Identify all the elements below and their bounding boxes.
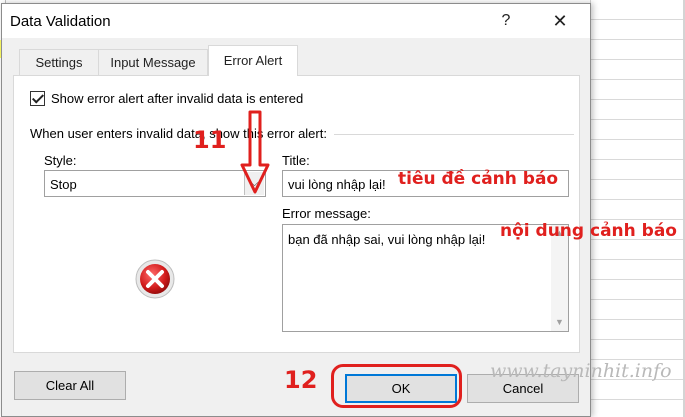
tab-input-message[interactable]: Input Message [98,49,208,75]
show-alert-checkbox[interactable] [30,90,45,106]
style-label: Style: [44,153,77,168]
annotation-step-12: 12 [284,366,318,394]
error-message-value: bạn đã nhập sai, vui lòng nhập lại! [288,232,486,247]
spreadsheet-background [590,0,685,417]
tab-error-alert[interactable]: Error Alert [208,45,298,76]
scroll-down-icon[interactable]: ▼ [551,314,568,331]
clear-all-button[interactable]: Clear All [14,371,126,400]
style-value: Stop [50,177,77,192]
show-alert-label: Show error alert after invalid data is e… [51,90,304,106]
annotation-ok-highlight [331,364,462,408]
help-button[interactable]: ? [492,10,520,32]
annotation-step-11: 11 [193,126,227,154]
title-bar: Data Validation ? ✕ [2,4,590,38]
annotation-arrow-icon [240,110,270,194]
title-value: vui lòng nhập lại! [288,177,386,192]
error-message-label: Error message: [282,206,371,221]
watermark: www.tayninhit.info [490,360,672,382]
error-alert-panel: Show error alert after invalid data is e… [13,75,580,353]
data-validation-dialog: Data Validation ? ✕ Settings Input Messa… [1,3,591,417]
show-alert-row[interactable]: Show error alert after invalid data is e… [30,89,303,107]
annotation-message-note: nội dung cảnh báo [500,221,677,241]
group-label: When user enters invalid data, show this… [30,126,327,141]
group-divider [334,134,574,135]
close-button[interactable]: ✕ [546,10,574,32]
dialog-title: Data Validation [10,13,111,30]
annotation-title-note: tiêu đề cảnh báo [398,169,559,189]
title-label: Title: [282,153,310,168]
stop-error-icon [135,259,175,299]
style-select[interactable]: Stop ⌵ [44,170,266,197]
tab-settings[interactable]: Settings [19,49,99,75]
